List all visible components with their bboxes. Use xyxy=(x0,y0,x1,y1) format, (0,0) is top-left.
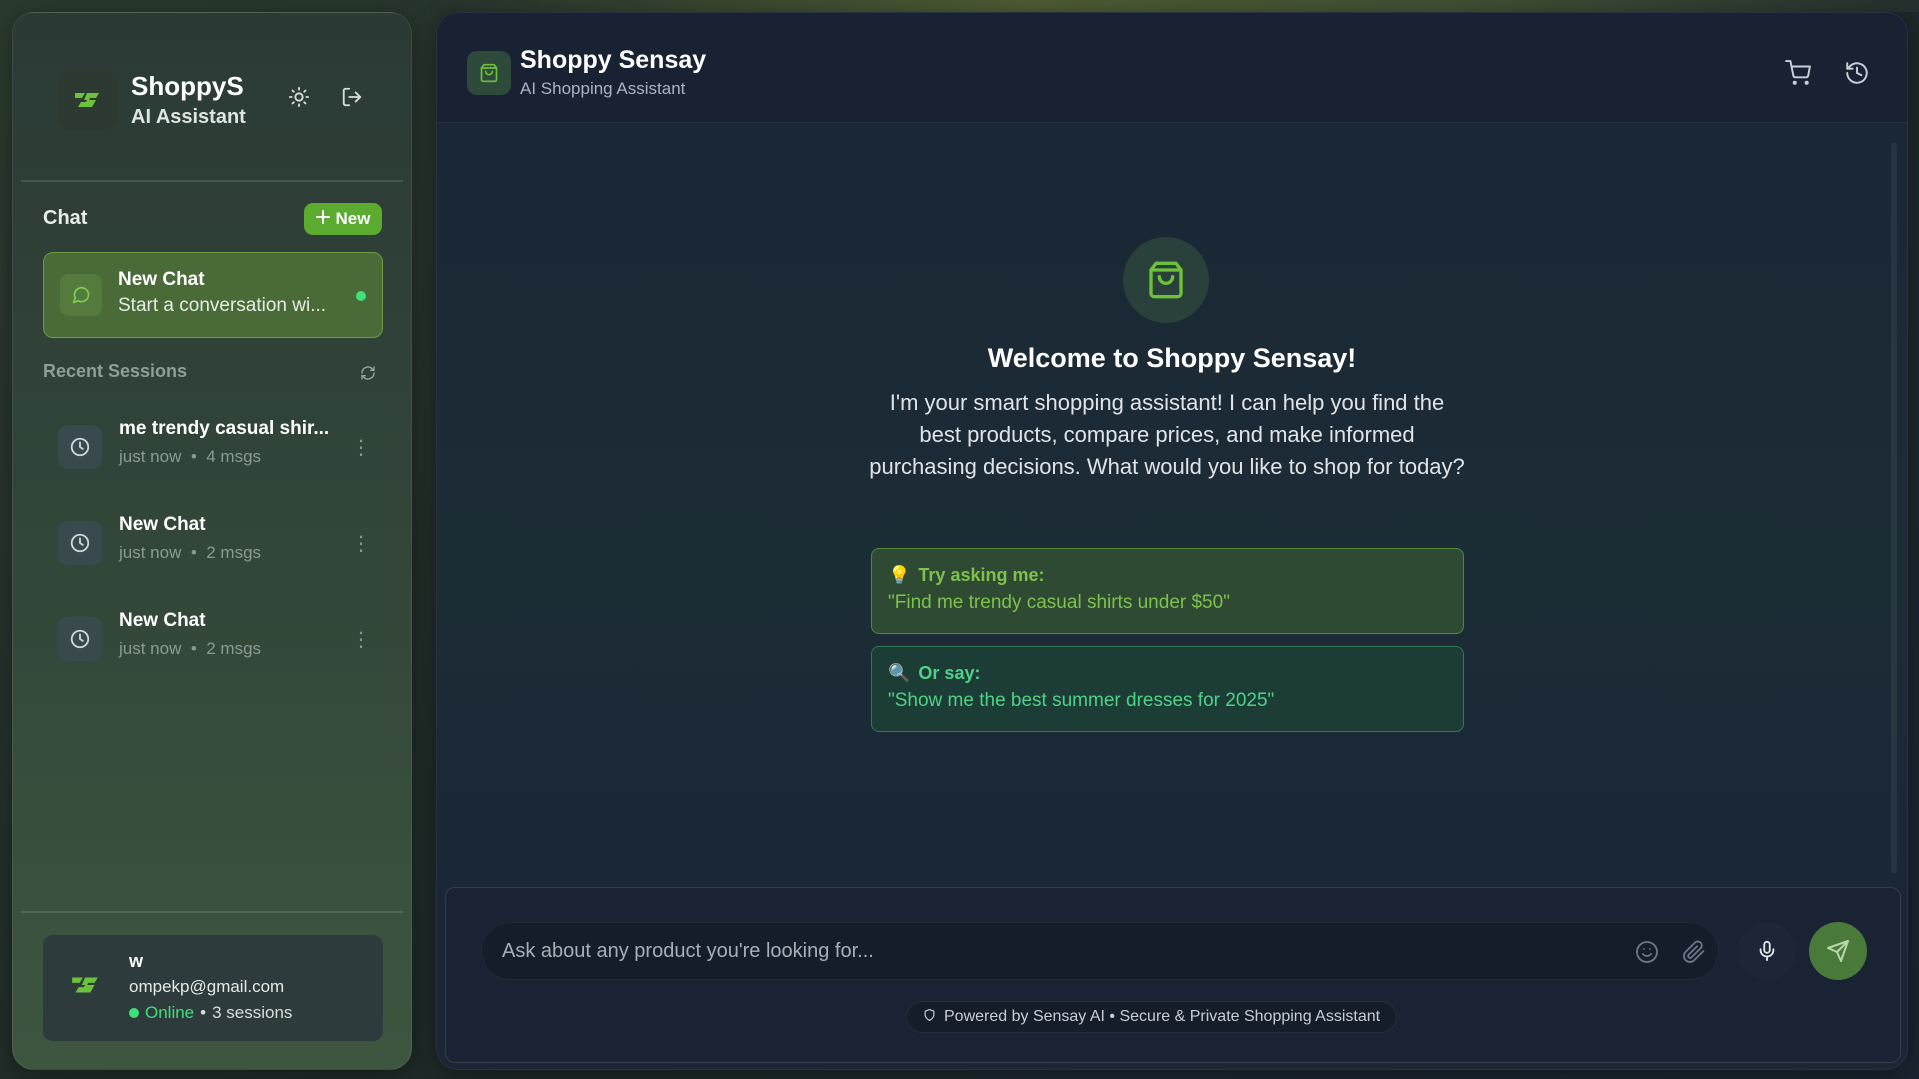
user-profile-card[interactable]: w ompekp@gmail.com Online • 3 sessions xyxy=(43,935,383,1041)
suggestion-label: Try asking me: xyxy=(918,565,1045,585)
session-meta: just now • 4 msgs xyxy=(119,447,262,466)
clock-icon xyxy=(58,425,102,469)
welcome-title: Welcome to Shoppy Sensay! xyxy=(987,343,1357,373)
session-item[interactable]: New Chat just now • 2 msgs ⋮ xyxy=(43,602,383,678)
top-glow xyxy=(430,0,1919,12)
page-subtitle: AI Shopping Assistant xyxy=(520,79,686,98)
session-title: me trendy casual shir... xyxy=(119,418,330,439)
page-title: Shoppy Sensay xyxy=(520,46,707,74)
powered-by-text: Powered by Sensay AI • Secure & Private … xyxy=(944,1008,1381,1025)
session-meta: just now • 2 msgs xyxy=(119,543,262,562)
main-header: Shoppy Sensay AI Shopping Assistant xyxy=(437,13,1907,123)
send-icon[interactable] xyxy=(1809,922,1867,980)
session-count: 3 sessions xyxy=(212,1003,293,1022)
sidebar: ShoppyS AI Assistant Chat New New Chat S… xyxy=(12,12,412,1070)
history-icon[interactable] xyxy=(1839,55,1875,91)
message-icon xyxy=(60,274,102,316)
main-panel: Shoppy Sensay AI Shopping Assistant Welc… xyxy=(436,12,1908,1070)
session-item[interactable]: New Chat just now • 2 msgs ⋮ xyxy=(43,506,383,582)
active-chat-preview: Start a conversation wi... xyxy=(118,295,327,316)
sidebar-divider xyxy=(21,180,403,182)
shield-icon xyxy=(923,1008,936,1027)
sun-icon[interactable] xyxy=(283,81,315,113)
avatar xyxy=(65,965,105,1005)
brand-name: ShoppyS xyxy=(131,71,244,101)
logo-icon xyxy=(57,70,117,130)
sidebar-header: ShoppyS AI Assistant xyxy=(57,57,375,143)
suggestion-quote: "Show me the best summer dresses for 202… xyxy=(888,690,1275,711)
message-input-wrapper xyxy=(481,922,1719,980)
session-meta: just now • 2 msgs xyxy=(119,639,262,658)
plus-icon xyxy=(315,209,330,229)
suggestion-card[interactable]: 🔍 Or say: "Show me the best summer dress… xyxy=(871,646,1464,732)
clock-icon xyxy=(58,617,102,661)
logout-icon[interactable] xyxy=(336,81,368,113)
message-input[interactable] xyxy=(502,923,1602,979)
active-chat-title: New Chat xyxy=(118,269,205,290)
input-panel: Powered by Sensay AI • Secure & Private … xyxy=(445,887,1901,1063)
chat-section-label: Chat xyxy=(43,207,88,229)
new-chat-button[interactable]: New xyxy=(304,203,382,235)
more-vertical-icon[interactable]: ⋮ xyxy=(351,626,371,654)
more-vertical-icon[interactable]: ⋮ xyxy=(351,530,371,558)
session-title: New Chat xyxy=(119,514,206,535)
refresh-icon[interactable] xyxy=(357,362,379,384)
active-indicator xyxy=(356,291,366,301)
powered-by-badge: Powered by Sensay AI • Secure & Private … xyxy=(906,1001,1398,1033)
shopping-bag-icon xyxy=(1123,237,1209,323)
recent-sessions-label: Recent Sessions xyxy=(43,361,188,381)
shopping-bag-icon xyxy=(467,51,511,95)
emoji-icon[interactable] xyxy=(1632,937,1662,967)
search-icon: 🔍 xyxy=(888,663,911,683)
user-email: ompekp@gmail.com xyxy=(129,977,285,996)
active-chat-item[interactable]: New Chat Start a conversation wi... xyxy=(43,252,383,338)
microphone-icon[interactable] xyxy=(1738,922,1796,980)
status-text: Online xyxy=(145,1003,195,1022)
user-status: Online • 3 sessions xyxy=(129,1003,292,1023)
welcome-text: I'm your smart shopping assistant! I can… xyxy=(869,390,1465,479)
suggestion-quote: "Find me trendy casual shirts under $50" xyxy=(888,592,1230,613)
session-item[interactable]: me trendy casual shir... just now • 4 ms… xyxy=(43,410,383,486)
user-name: w xyxy=(129,951,144,971)
online-indicator xyxy=(129,1008,139,1018)
paperclip-icon[interactable] xyxy=(1679,937,1709,967)
cart-icon[interactable] xyxy=(1780,55,1816,91)
suggestion-card[interactable]: 💡 Try asking me: "Find me trendy casual … xyxy=(871,548,1464,634)
suggestion-label: Or say: xyxy=(918,663,981,683)
session-title: New Chat xyxy=(119,610,206,631)
brand-subtitle: AI Assistant xyxy=(131,106,246,128)
new-button-label: New xyxy=(335,209,371,228)
lightbulb-icon: 💡 xyxy=(888,565,911,585)
sidebar-footer-divider xyxy=(21,911,403,913)
scrollbar[interactable] xyxy=(1891,143,1897,873)
more-vertical-icon[interactable]: ⋮ xyxy=(351,434,371,462)
clock-icon xyxy=(58,521,102,565)
